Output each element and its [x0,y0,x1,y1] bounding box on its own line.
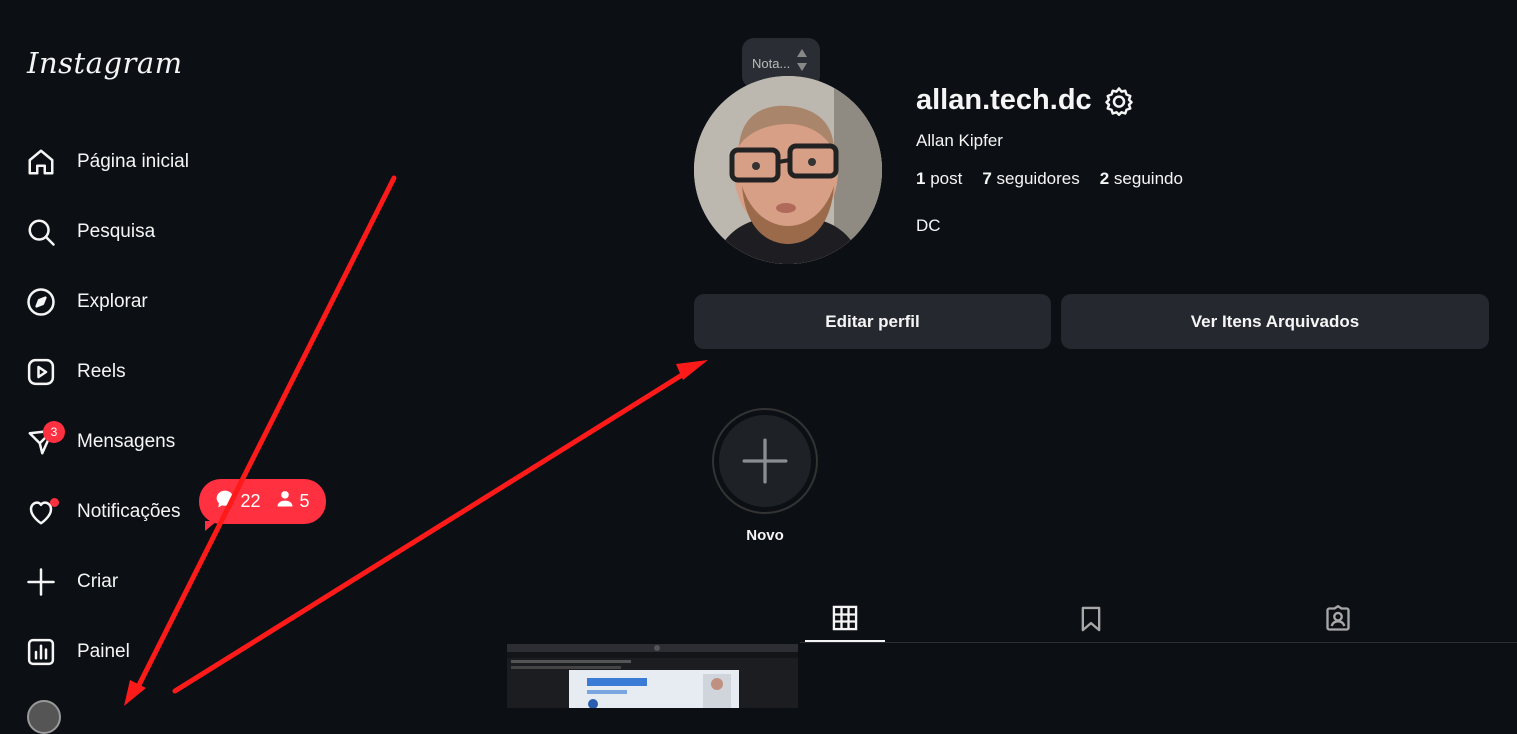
new-highlight-label: Novo [746,527,784,544]
followers-count: 7 [982,169,992,188]
arrow-down-icon [797,63,807,71]
profile-username: allan.tech.dc [916,84,1092,116]
reels-icon [24,355,58,389]
instagram-logo[interactable]: Instagram [27,46,183,80]
note-scroll-arrows[interactable] [796,48,808,72]
notification-dot [50,498,59,507]
grid-icon [832,605,858,631]
follower-count: 5 [299,491,310,511]
tab-tagged[interactable] [1298,596,1378,642]
compass-icon [24,285,58,319]
notification-popup[interactable]: 22 5 [199,479,326,531]
sidebar-item-create[interactable]: Criar [24,558,284,606]
new-highlight-button[interactable] [712,408,818,514]
sidebar-item-explore[interactable]: Explorar [24,278,284,326]
posts-label: post [930,169,963,188]
comment-count: 22 [240,491,261,511]
sidebar-item-home[interactable]: Página inicial [24,138,284,186]
comment-icon [215,489,235,514]
tagged-icon [1326,605,1350,631]
posts-stat[interactable]: 1 post [916,169,962,189]
sidebar-item-label: Explorar [77,291,148,312]
profile-stats: 1 post 7 seguidores 2 seguindo [916,169,1183,189]
sidebar-profile-avatar[interactable] [27,700,61,734]
arrow-up-icon [797,49,807,57]
sidebar-item-label: Mensagens [77,431,176,452]
sidebar-item-label: Painel [77,641,130,662]
sidebar-item-label: Pesquisa [77,221,156,242]
settings-icon[interactable] [1104,86,1134,116]
sidebar-item-label: Notificações [77,501,181,522]
follower-icon [275,489,295,514]
messages-count-badge: 3 [43,421,65,443]
note-text: Nota... [752,55,791,71]
sidebar-item-messages[interactable]: 3 Mensagens [24,418,284,466]
search-icon [24,215,58,249]
tab-saved[interactable] [1051,596,1131,642]
new-highlight-circle [719,415,811,507]
tab-posts[interactable] [805,596,885,642]
sidebar-item-label: Reels [77,361,126,382]
sidebar-item-reels[interactable]: Reels [24,348,284,396]
edit-profile-button[interactable]: Editar perfil [694,294,1051,349]
sidebar-item-label: Página inicial [77,151,189,172]
profile-bio: DC [916,216,941,235]
following-count: 2 [1099,169,1110,188]
sidebar-item-search[interactable]: Pesquisa [24,208,284,256]
following-label: seguindo [1113,169,1183,188]
followers-label: seguidores [996,169,1080,188]
profile-picture[interactable] [694,76,882,264]
sidebar-item-dashboard[interactable]: Painel [24,628,284,676]
dashboard-icon [24,635,58,669]
followers-stat[interactable]: 7 seguidores [982,169,1079,189]
profile-full-name: Allan Kipfer [916,131,1003,150]
home-icon [24,145,58,179]
tabs-divider [800,642,1517,643]
plus-icon [742,438,788,484]
posts-count: 1 [916,169,926,188]
sidebar-item-label: Criar [77,571,119,592]
bookmark-icon [1081,606,1101,632]
post-thumbnail[interactable] [507,644,798,708]
messenger-icon: 3 [24,421,65,459]
following-stat[interactable]: 2 seguindo [1100,169,1183,189]
view-archive-button[interactable]: Ver Itens Arquivados [1061,294,1489,349]
plus-icon [24,565,58,599]
heart-icon [24,495,59,529]
